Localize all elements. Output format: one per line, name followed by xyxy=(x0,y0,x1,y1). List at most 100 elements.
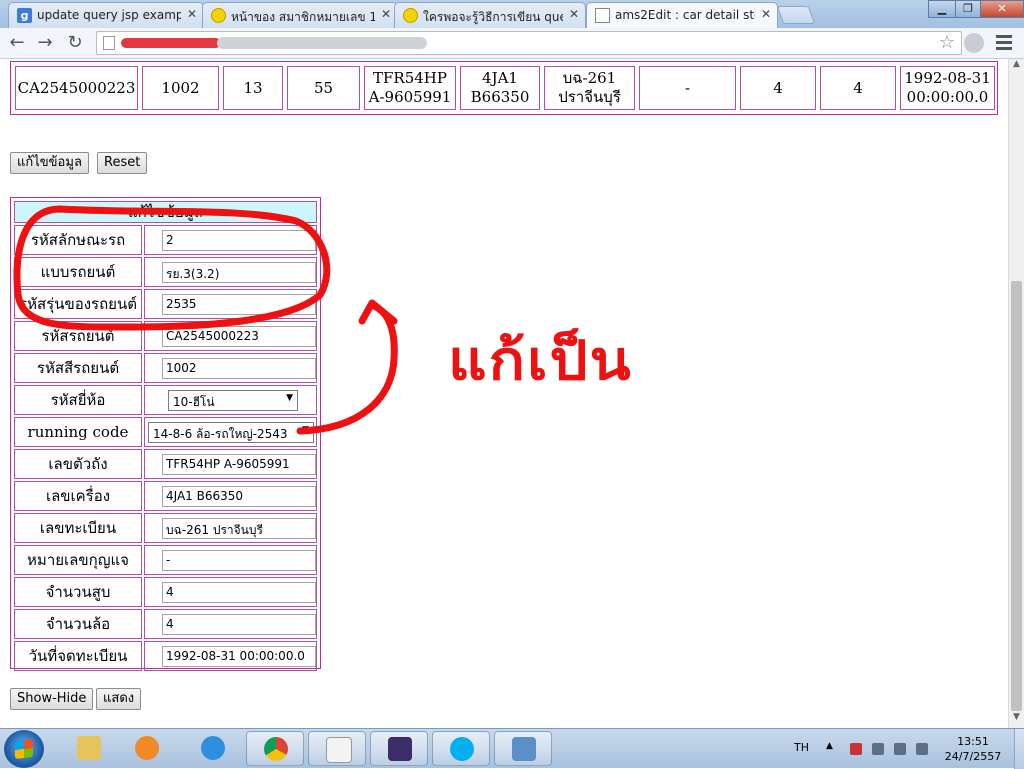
tab-query-question[interactable]: ใครพอจะรู้วิธีการเขียน query ✕ xyxy=(394,2,586,28)
taskbar-app-photo-viewer[interactable] xyxy=(494,731,552,766)
address-bar[interactable]: ☆ xyxy=(96,31,962,55)
show-hidden-icons-icon[interactable]: ▲ xyxy=(826,741,838,753)
tab-close-icon[interactable]: ✕ xyxy=(569,7,579,21)
file-explorer-icon xyxy=(77,736,101,760)
table-cell: CA2545000223 xyxy=(15,66,138,110)
skype-icon xyxy=(450,737,474,761)
taskbar-app-java[interactable] xyxy=(308,731,366,766)
smiley-icon xyxy=(211,8,226,23)
minimize-button[interactable]: ▁ xyxy=(928,0,956,18)
start-button[interactable] xyxy=(4,730,44,768)
clock[interactable]: 13:51 24/7/2557 xyxy=(940,734,1006,764)
field-label: วันที่จดทะเบียน xyxy=(14,641,142,671)
field-cell: 14-8-6 ล้อ-รถใหญ่-2543 ▼ xyxy=(144,417,317,447)
field-label: รหัสรุ่นของรถยนต์ xyxy=(14,289,142,319)
edit-data-button[interactable]: แก้ไขข้อมูล xyxy=(10,152,89,174)
scrollbar-thumb[interactable] xyxy=(1011,281,1022,711)
maximize-button[interactable]: ❐ xyxy=(955,0,981,18)
reset-button[interactable]: Reset xyxy=(97,152,148,174)
brand-code-select[interactable]: 10-ฮีโน่ ▼ xyxy=(168,390,298,411)
scroll-down-arrow-icon[interactable]: ▼ xyxy=(1009,712,1024,728)
tab-close-icon[interactable]: ✕ xyxy=(761,7,771,21)
tab-ams2edit[interactable]: ams2Edit : car detail step 1 ✕ xyxy=(586,2,778,29)
wheels-field[interactable]: 4 xyxy=(162,614,316,635)
key-number-field[interactable]: - xyxy=(162,550,316,571)
field-label: รหัสยี่ห้อ xyxy=(14,385,142,415)
taskbar-app-explorer[interactable] xyxy=(60,731,118,766)
browser-toolbar: ← → ↻ ☆ xyxy=(0,28,1024,59)
dropdown-arrow-icon: ▼ xyxy=(286,393,293,403)
field-cell: บฉ-261 ปราจีนบุรี xyxy=(144,513,317,543)
form-row-wheels: จำนวนล้อ 4 xyxy=(14,609,317,639)
field-cell: รย.3(3.2) xyxy=(144,257,317,287)
plate-number-field[interactable]: บฉ-261 ปราจีนบุรี xyxy=(162,518,316,539)
form-row-engine-number: เลขเครื่อง 4JA1 B66350 xyxy=(14,481,317,511)
cylinders-field[interactable]: 4 xyxy=(162,582,316,603)
selected-value: 10-ฮีโน่ xyxy=(173,395,215,409)
redacted-url-mark xyxy=(121,38,221,48)
table-cell: TFR54HP A-9605991 xyxy=(364,66,456,110)
reload-icon[interactable]: ↻ xyxy=(64,32,86,54)
model-code-field[interactable]: 2535 xyxy=(162,294,316,315)
field-cell: 2 xyxy=(144,225,317,255)
windows-taskbar: TH ▲ 13:51 24/7/2557 xyxy=(0,728,1024,769)
google-g-icon: g xyxy=(17,8,32,23)
table-cell: 4 xyxy=(740,66,816,110)
taskbar-app-chrome[interactable] xyxy=(246,731,304,766)
car-code-field[interactable]: CA2545000223 xyxy=(162,326,316,347)
field-cell: - xyxy=(144,545,317,575)
field-cell: CA2545000223 xyxy=(144,321,317,351)
taskbar-app-ie[interactable] xyxy=(184,731,242,766)
table-cell: 4 xyxy=(820,66,896,110)
language-indicator[interactable]: TH xyxy=(794,741,809,754)
table-cell: 4JA1 B66350 xyxy=(460,66,540,110)
close-window-button[interactable]: ✕ xyxy=(980,0,1024,18)
network-icon[interactable] xyxy=(894,743,906,755)
taskbar-app-java-ee-ide[interactable] xyxy=(370,731,428,766)
form-row-car-model: แบบรถยนต์ รย.3(3.2) xyxy=(14,257,317,287)
form-row-plate-number: เลขทะเบียน บฉ-261 ปราจีนบุรี xyxy=(14,513,317,543)
vertical-scrollbar[interactable]: ▲ ▼ xyxy=(1008,59,1024,728)
tab-close-icon[interactable]: ✕ xyxy=(187,7,197,21)
color-code-field[interactable]: 1002 xyxy=(162,358,316,379)
car-model-field[interactable]: รย.3(3.2) xyxy=(162,262,316,283)
registration-date-field[interactable]: 1992-08-31 00:00:00.0 xyxy=(162,646,316,667)
field-label: รหัสสีรถยนต์ xyxy=(14,353,142,383)
vehicle-type-code-field[interactable]: 2 xyxy=(162,230,316,251)
running-code-select[interactable]: 14-8-6 ล้อ-รถใหญ่-2543 ▼ xyxy=(148,422,314,443)
selected-value: 14-8-6 ล้อ-รถใหญ่-2543 xyxy=(153,427,288,441)
form-row-running-code: running code 14-8-6 ล้อ-รถใหญ่-2543 ▼ xyxy=(14,417,317,447)
field-cell: 1002 xyxy=(144,353,317,383)
field-label: แบบรถยนต์ xyxy=(14,257,142,287)
java-ee-ide-icon xyxy=(388,737,412,761)
tab-title: ams2Edit : car detail step 1 xyxy=(615,8,755,22)
forward-arrow-icon[interactable]: → xyxy=(34,32,56,54)
show-desktop-button[interactable] xyxy=(1014,729,1024,769)
volume-icon[interactable] xyxy=(916,743,928,755)
engine-number-field[interactable]: 4JA1 B66350 xyxy=(162,486,316,507)
annotation-text: แก้เป็น xyxy=(448,329,633,393)
chassis-number-field[interactable]: TFR54HP A-9605991 xyxy=(162,454,316,475)
tab-update-query[interactable]: g update query jsp example ✕ xyxy=(8,2,204,28)
device-icon[interactable] xyxy=(872,743,884,755)
chrome-menu-icon[interactable] xyxy=(996,35,1012,53)
bookmark-star-icon[interactable]: ☆ xyxy=(939,32,955,53)
extension-icon[interactable] xyxy=(964,33,984,53)
form-row-cylinders: จำนวนสูบ 4 xyxy=(14,577,317,607)
taskbar-app-skype[interactable] xyxy=(432,731,490,766)
scroll-up-arrow-icon[interactable]: ▲ xyxy=(1009,59,1024,75)
action-center-icon[interactable] xyxy=(850,743,862,755)
taskbar-app-media-player[interactable] xyxy=(118,731,176,766)
field-label: หมายเลขกุญแจ xyxy=(14,545,142,575)
redacted-url-blur xyxy=(217,37,427,49)
show-button[interactable]: แสดง xyxy=(96,688,142,710)
edit-form: แก้ไขข้อมูล รหัสลักษณะรถ 2 แบบรถยนต์ รย.… xyxy=(10,197,321,671)
form-row-brand-code: รหัสยี่ห้อ 10-ฮีโน่ ▼ xyxy=(14,385,317,415)
field-label: เลขทะเบียน xyxy=(14,513,142,543)
browser-tab-strip: g update query jsp example ✕ หน้าของ สมา… xyxy=(0,0,1024,29)
show-hide-button[interactable]: Show-Hide xyxy=(10,688,94,710)
tab-member-page[interactable]: หน้าของ สมาชิกหมายเลข 159 ✕ xyxy=(202,2,398,28)
back-arrow-icon[interactable]: ← xyxy=(6,32,28,54)
new-tab-button[interactable] xyxy=(776,6,816,24)
tab-close-icon[interactable]: ✕ xyxy=(381,7,391,21)
